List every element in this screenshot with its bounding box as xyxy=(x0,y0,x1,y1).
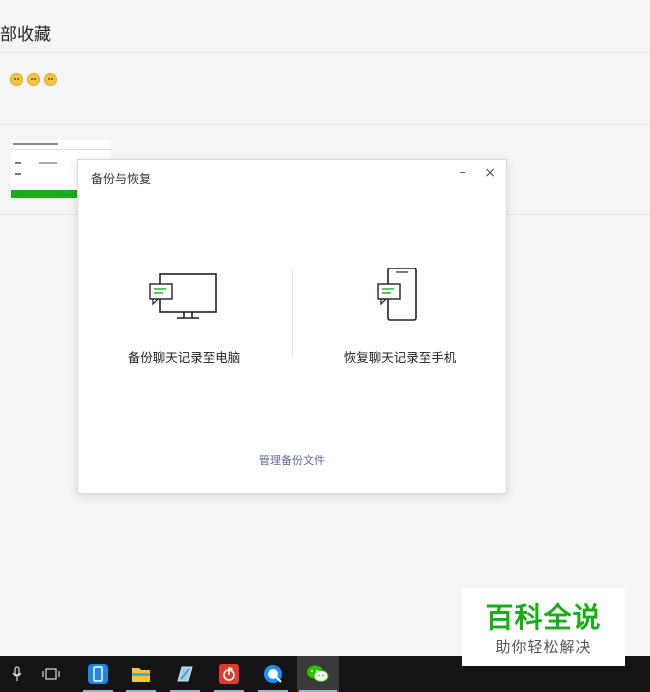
restore-option-label: 恢复聊天记录至手机 xyxy=(343,350,457,365)
browser-icon xyxy=(264,665,282,683)
watermark: 百科全说 助你轻松解决 xyxy=(462,588,625,666)
emoji-icon xyxy=(27,73,40,86)
taskbar-pen-app[interactable] xyxy=(168,656,202,692)
manage-backup-files-link[interactable]: 管理备份文件 xyxy=(78,452,506,468)
emoji-icon xyxy=(10,73,23,86)
phone-app-icon xyxy=(88,664,108,684)
taskbar-phone-app[interactable] xyxy=(81,656,115,692)
backup-to-pc-option[interactable]: 备份聊天记录至电脑 xyxy=(94,268,274,366)
phone-chat-icon xyxy=(377,267,417,321)
restore-to-phone-option[interactable]: 恢复聊天记录至手机 xyxy=(310,267,490,366)
microphone-icon xyxy=(12,666,22,681)
vertical-divider xyxy=(292,268,293,358)
backup-restore-dialog: 备份与恢复 – × 备份聊天记录至电脑 恢复聊天记录至手机 管理备份文件 xyxy=(77,159,507,494)
monitor-chat-icon xyxy=(149,273,217,319)
task-view-button[interactable] xyxy=(34,656,68,692)
taskbar-wechat[interactable] xyxy=(297,656,339,692)
backup-option-label: 备份聊天记录至电脑 xyxy=(127,350,241,365)
minimize-button[interactable]: – xyxy=(460,165,467,180)
close-button[interactable]: × xyxy=(484,165,496,181)
emoji-icon xyxy=(44,73,57,86)
taskbar-browser[interactable] xyxy=(256,656,290,692)
dialog-title: 备份与恢复 xyxy=(91,172,152,186)
taskbar-netease-music[interactable] xyxy=(212,656,246,692)
wechat-icon xyxy=(307,665,329,682)
favorites-title: 部收藏 xyxy=(0,25,51,45)
task-view-icon xyxy=(42,668,60,680)
separator xyxy=(0,52,650,53)
netease-music-icon xyxy=(219,664,239,684)
emoji-row xyxy=(10,73,57,86)
watermark-sub: 助你轻松解决 xyxy=(495,638,592,656)
file-explorer-icon xyxy=(132,668,150,682)
microphone-button[interactable] xyxy=(0,656,34,692)
pen-app-icon xyxy=(177,666,193,682)
watermark-main: 百科全说 xyxy=(485,601,602,634)
taskbar-file-explorer[interactable] xyxy=(124,656,158,692)
separator xyxy=(0,124,650,125)
